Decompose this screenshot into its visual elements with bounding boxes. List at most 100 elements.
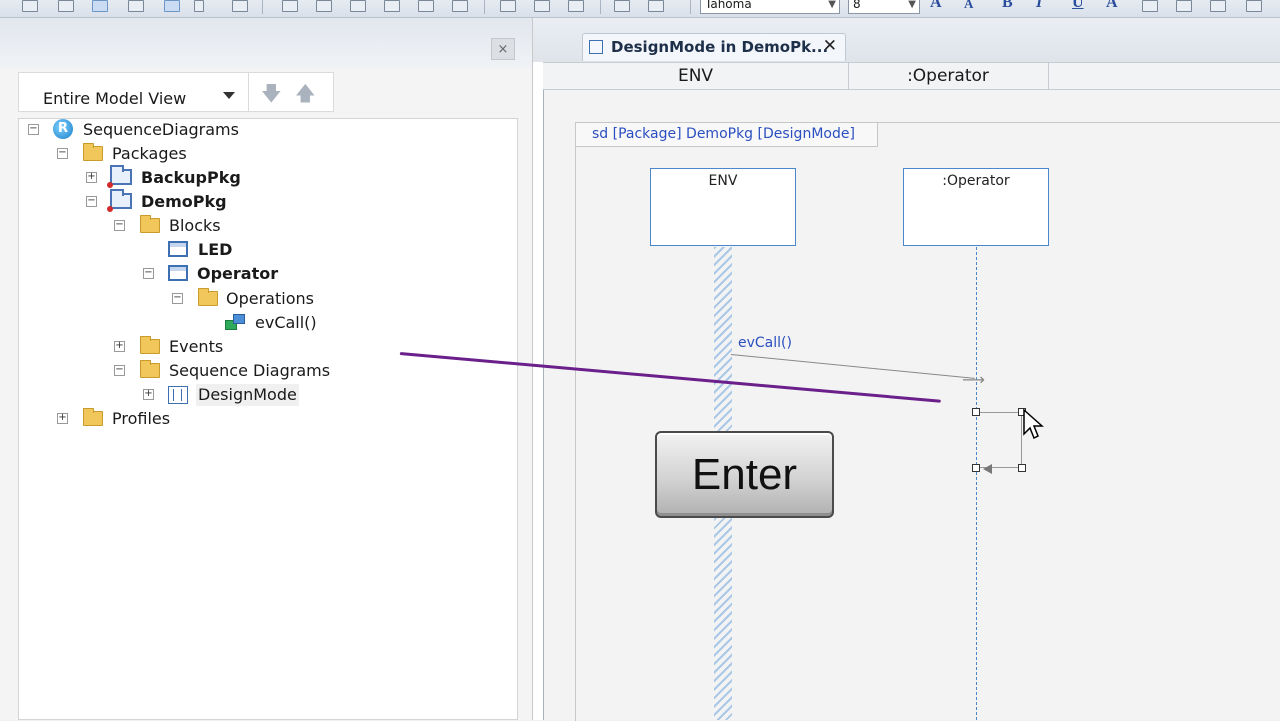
chevron-down-icon: ▼ (828, 0, 836, 10)
message-label[interactable]: evCall() (738, 335, 792, 351)
align-right-icon[interactable] (350, 0, 366, 12)
font-size-combo[interactable]: 8 ▼ (848, 0, 920, 14)
collapse-icon[interactable]: − (114, 365, 125, 376)
tree-item-label: DesignMode (196, 384, 299, 406)
space-horizontal-icon[interactable] (614, 0, 630, 12)
selection-handle[interactable] (1018, 464, 1026, 472)
tree-item-label: BackupPkg (141, 168, 241, 187)
self-message-outline[interactable] (976, 412, 1022, 468)
italic-button[interactable]: I (1036, 0, 1042, 12)
increase-font-button[interactable]: A (930, 0, 942, 12)
tree-item-label: DemoPkg (141, 192, 227, 211)
toolbar-separator (484, 0, 485, 14)
tree-item-label: Profiles (112, 409, 171, 428)
tree-item-label: Events (169, 337, 224, 356)
toolbar-separator (600, 0, 601, 14)
space-vertical-icon[interactable] (648, 0, 664, 12)
same-width-icon[interactable] (500, 0, 516, 12)
arrowhead-icon: ⟶ (962, 370, 985, 389)
align-bottom-icon[interactable] (452, 0, 468, 12)
pencil-icon[interactable] (194, 0, 204, 12)
font-family-value: Tahoma (705, 0, 752, 11)
sequence-diagram-icon (168, 386, 188, 404)
lifeline-label: ENV (708, 173, 738, 189)
operation-icon (225, 314, 245, 330)
folder-open-icon (140, 215, 160, 233)
operator-lifeline[interactable] (976, 247, 977, 720)
tree-item-label: LED (198, 240, 233, 259)
tree-item-label: evCall() (255, 313, 317, 332)
align-top-icon[interactable] (384, 0, 400, 12)
chevron-down-icon: ▼ (908, 0, 916, 10)
selection-handle[interactable] (972, 464, 980, 472)
operations-folder-icon (198, 288, 218, 306)
collapse-icon[interactable]: − (143, 268, 154, 279)
decrease-font-button[interactable]: A (964, 0, 973, 12)
close-browser-button[interactable]: × (491, 38, 515, 60)
lifeline-operator[interactable]: :Operator (903, 168, 1049, 246)
same-size-icon[interactable] (568, 0, 584, 12)
view-selector-value: Entire Model View (43, 89, 187, 108)
text-align-center-icon[interactable] (1176, 0, 1192, 12)
collapse-icon[interactable]: − (114, 220, 125, 231)
main-toolbar: Tahoma ▼ 8 ▼ A A B I U A (0, 0, 1280, 18)
folder-icon (83, 143, 103, 161)
bold-button[interactable]: B (1002, 0, 1013, 12)
font-color-button[interactable]: A (1106, 0, 1118, 12)
align-left-icon[interactable] (282, 0, 298, 12)
tree-item-label: Blocks (169, 216, 221, 235)
font-size-value: 8 (853, 0, 861, 11)
lifeline-header-bar: ENV :Operator (543, 62, 1280, 90)
collapse-icon[interactable]: − (172, 293, 183, 304)
arrow-down-icon[interactable]: 🡇 (261, 79, 282, 113)
zoom-icon[interactable] (232, 0, 248, 12)
align-middle-icon[interactable] (418, 0, 434, 12)
view-selector-dropdown[interactable]: Entire Model View (18, 72, 266, 112)
expand-icon[interactable]: + (86, 172, 97, 183)
frame-label: sd [Package] DemoPkg [DesignMode] (576, 123, 878, 147)
sequence-diagram-icon (589, 40, 603, 54)
font-family-combo[interactable]: Tahoma ▼ (700, 0, 840, 14)
mouse-cursor-icon (1023, 408, 1044, 440)
enter-key-label: Enter (691, 450, 798, 499)
tab-title: DesignMode in DemoPk... (611, 38, 829, 56)
connector-tool-icon[interactable] (164, 0, 180, 12)
collapse-icon[interactable]: − (57, 148, 68, 159)
tree-item-label: Operations (226, 289, 314, 308)
expand-icon[interactable]: + (143, 389, 154, 400)
expand-icon[interactable]: + (114, 341, 125, 352)
toolbar-separator (690, 0, 691, 14)
selection-handle[interactable] (972, 408, 980, 416)
text-align-right-icon[interactable] (1210, 0, 1226, 12)
close-tab-icon[interactable]: ✕ (823, 36, 837, 56)
collapse-icon[interactable]: − (86, 196, 97, 207)
project-root-icon: R (53, 119, 73, 139)
text-align-justify-icon[interactable] (1246, 0, 1262, 12)
lifeline-env[interactable]: ENV (650, 168, 796, 246)
align-center-icon[interactable] (316, 0, 332, 12)
toolbar-separator (262, 0, 263, 14)
same-height-icon[interactable] (534, 0, 550, 12)
underline-button[interactable]: U (1072, 0, 1084, 12)
header-col-operator[interactable]: :Operator (848, 63, 1049, 89)
header-col-env[interactable]: ENV (543, 63, 849, 89)
browser-header (0, 18, 532, 68)
snap-icon[interactable] (128, 0, 144, 12)
enter-key-overlay: Enter (655, 431, 834, 518)
arrow-up-icon[interactable]: 🡅 (295, 79, 316, 113)
grid-icon[interactable] (22, 0, 38, 12)
tree-item-label: SequenceDiagrams (83, 120, 239, 139)
tree-item-label: Packages (112, 144, 187, 163)
select-tool-icon[interactable] (92, 0, 108, 12)
text-align-left-icon[interactable] (1142, 0, 1158, 12)
tab-designmode[interactable]: DesignMode in DemoPk... ✕ (582, 33, 846, 61)
folder-open-icon (140, 336, 160, 354)
collapse-icon[interactable]: − (28, 124, 39, 135)
expand-icon[interactable]: + (57, 413, 68, 424)
navigation-buttons: 🡇 🡅 (248, 72, 334, 112)
lifeline-label: :Operator (942, 173, 1010, 189)
layout-icon[interactable] (58, 0, 74, 12)
chevron-down-icon (223, 92, 235, 99)
folder-icon (140, 360, 160, 378)
block-icon (168, 265, 188, 281)
